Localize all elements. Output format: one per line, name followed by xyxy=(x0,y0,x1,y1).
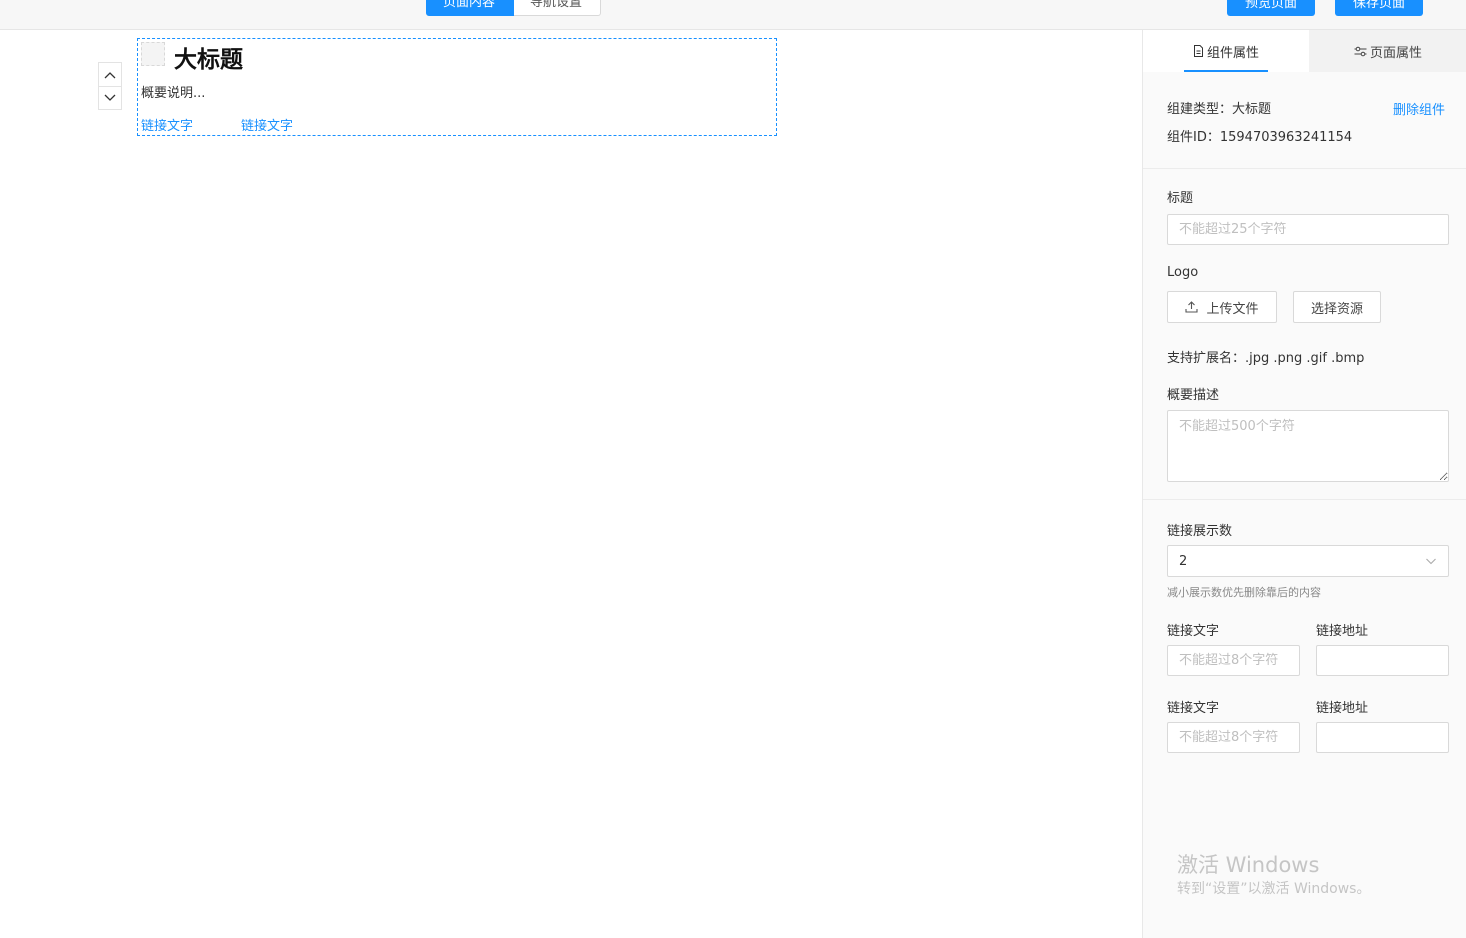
supported-extensions: 支持扩展名：.jpg .png .gif .bmp xyxy=(1167,347,1364,366)
link-text-label-1: 链接文字 xyxy=(1167,624,1220,639)
description-label: 概要描述 xyxy=(1167,388,1220,403)
component-title: 大标题 xyxy=(174,47,243,73)
move-down-button[interactable] xyxy=(99,86,121,109)
save-page-button[interactable]: 保存页面 xyxy=(1335,0,1423,16)
component-sorter xyxy=(98,62,122,110)
chevron-up-icon xyxy=(104,71,116,78)
tab-page-properties[interactable]: 页面属性 xyxy=(1309,30,1466,72)
links-section: 链接展示数 2 减小展示数优先删除靠后的内容 链接文字 链接地址 链接文字 链接… xyxy=(1143,500,1466,800)
link-count-select[interactable]: 2 xyxy=(1167,545,1449,577)
component-info-section: 组建类型：大标题 组件ID：1594703963241154 删除组件 xyxy=(1143,72,1466,169)
windows-activation-title: 激活 Windows xyxy=(1177,853,1320,877)
preview-page-button[interactable]: 预览页面 xyxy=(1227,0,1315,16)
tab-label: 组件属性 xyxy=(1206,45,1259,61)
top-toolbar: 页面内容 导航设置 预览页面 保存页面 xyxy=(0,0,1466,30)
component-summary: 概要说明... xyxy=(141,86,206,101)
select-resource-label: 选择资源 xyxy=(1310,301,1363,317)
link-count-label: 链接展示数 xyxy=(1167,524,1233,539)
link-url-input-1[interactable] xyxy=(1316,645,1449,676)
chevron-down-icon xyxy=(1426,558,1436,565)
tab-page-content[interactable]: 页面内容 xyxy=(426,0,514,16)
upload-file-button[interactable]: 上传文件 xyxy=(1167,291,1277,323)
description-textarea[interactable] xyxy=(1167,410,1449,482)
chevron-down-icon xyxy=(104,94,116,101)
component-id-row: 组件ID：1594703963241154 xyxy=(1167,126,1352,145)
link-url-label-1: 链接地址 xyxy=(1316,624,1369,639)
component-logo-placeholder xyxy=(141,42,165,66)
component-link-1[interactable]: 链接文字 xyxy=(141,115,193,134)
component-type-label: 组建类型： xyxy=(1167,102,1233,117)
upload-icon xyxy=(1185,301,1199,313)
mode-switch: 页面内容 导航设置 xyxy=(426,0,601,16)
move-up-button[interactable] xyxy=(99,63,121,86)
component-id-value: 1594703963241154 xyxy=(1219,130,1353,145)
tab-label: 页面属性 xyxy=(1369,45,1422,61)
link-url-label-2: 链接地址 xyxy=(1316,701,1369,716)
document-icon xyxy=(1193,45,1204,57)
big-title-component[interactable]: 大标题 概要说明... 链接文字 链接文字 xyxy=(137,38,777,136)
title-field-label: 标题 xyxy=(1167,191,1194,206)
panel-tabs: 组件属性 页面属性 xyxy=(1143,30,1466,72)
link-text-input-2[interactable] xyxy=(1167,722,1300,753)
logo-label: Logo xyxy=(1167,265,1199,280)
upload-file-label: 上传文件 xyxy=(1206,301,1259,317)
title-input[interactable] xyxy=(1167,214,1449,245)
windows-activation-subtitle: 转到“设置”以激活 Windows。 xyxy=(1177,881,1371,897)
extensions-value: .jpg .png .gif .bmp xyxy=(1245,351,1365,366)
link-text-label-2: 链接文字 xyxy=(1167,701,1220,716)
component-link-2[interactable]: 链接文字 xyxy=(241,115,293,134)
component-id-label: 组件ID： xyxy=(1167,130,1220,145)
properties-panel: 组件属性 页面属性 组建类型：大标题 组件ID：1594703963241154… xyxy=(1142,30,1466,938)
component-type-value: 大标题 xyxy=(1232,102,1272,117)
link-url-input-2[interactable] xyxy=(1316,722,1449,753)
select-resource-button[interactable]: 选择资源 xyxy=(1293,291,1381,323)
component-type-row: 组建类型：大标题 xyxy=(1167,98,1271,117)
delete-component-link[interactable]: 删除组件 xyxy=(1393,99,1445,118)
content-section: 标题 Logo 上传文件 选择资源 支持扩展名：.jpg .png .gif .… xyxy=(1143,169,1466,500)
link-count-value: 2 xyxy=(1179,553,1188,569)
extensions-label: 支持扩展名： xyxy=(1167,351,1246,366)
link-text-input-1[interactable] xyxy=(1167,645,1300,676)
tab-component-properties[interactable]: 组件属性 xyxy=(1143,30,1309,72)
link-count-hint: 减小展示数优先删除靠后的内容 xyxy=(1167,586,1321,599)
tab-nav-settings[interactable]: 导航设置 xyxy=(514,0,601,16)
sliders-icon xyxy=(1354,46,1367,57)
